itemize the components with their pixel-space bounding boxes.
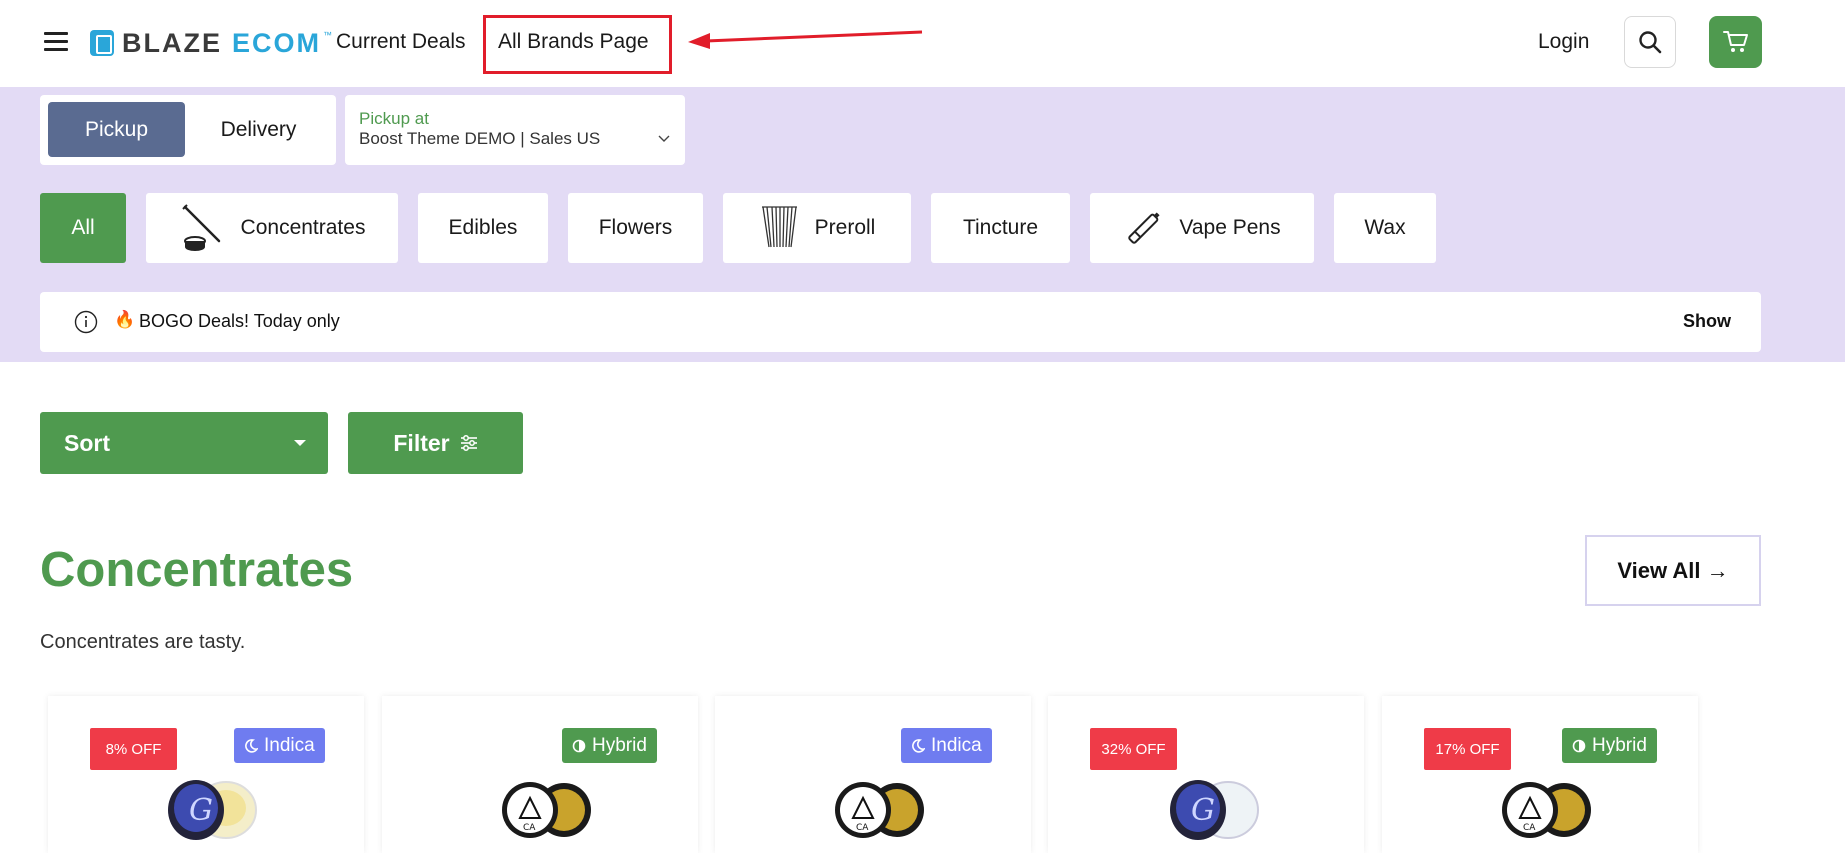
search-icon <box>1639 31 1662 54</box>
category-tincture[interactable]: Tincture <box>931 193 1070 263</box>
category-label: Wax <box>1364 216 1406 239</box>
view-all-button[interactable]: View All → <box>1585 535 1761 606</box>
category-edibles[interactable]: Edibles <box>418 193 548 263</box>
strain-badge: Hybrid <box>562 728 657 763</box>
category-preroll[interactable]: Preroll <box>723 193 911 263</box>
filter-label: Filter <box>393 429 450 456</box>
category-label: Vape Pens <box>1179 216 1281 239</box>
svg-text:CA: CA <box>1523 823 1536 833</box>
product-jar-image: CA <box>835 782 924 838</box>
cart-icon <box>1722 31 1748 52</box>
discount-badge: 17% OFF <box>1424 728 1511 770</box>
category-vape-pens[interactable]: Vape Pens <box>1090 193 1314 263</box>
category-all[interactable]: All <box>40 193 126 263</box>
category-concentrates[interactable]: Concentrates <box>146 193 398 263</box>
vape-pen-icon <box>1128 212 1160 244</box>
product-card[interactable]: 8% OFF Indica G <box>48 696 364 853</box>
logo-mark-icon <box>90 30 114 56</box>
logo-word-ecom: ECOM <box>232 27 321 58</box>
deals-text: BOGO Deals! Today only <box>139 311 340 331</box>
hamburger-icon[interactable] <box>44 32 68 52</box>
product-card[interactable]: Indica CA <box>715 696 1031 853</box>
discount-badge: 8% OFF <box>90 728 177 770</box>
deals-banner: 🔥 BOGO Deals! Today only Show <box>40 292 1761 352</box>
info-icon <box>74 310 98 334</box>
site-header: BLAZE ECOM ™ Current Deals All Brands Pa… <box>0 0 1845 87</box>
half-circle-icon <box>572 739 586 752</box>
svg-text:G: G <box>1191 793 1215 828</box>
product-jar-image: G <box>168 780 257 840</box>
svg-text:CA: CA <box>856 823 869 833</box>
concentrates-icon <box>181 204 220 251</box>
section-description: Concentrates are tasty. <box>40 631 246 653</box>
login-link[interactable]: Login <box>1538 30 1589 54</box>
product-jar-image: CA <box>1502 782 1591 838</box>
filter-button[interactable]: Filter <box>348 412 523 474</box>
product-card[interactable]: 32% OFF G <box>1048 696 1364 853</box>
category-label: Preroll <box>814 216 876 239</box>
strain-label: Indica <box>264 734 315 756</box>
strain-label: Hybrid <box>592 734 647 756</box>
logo-trademark: ™ <box>323 30 332 40</box>
category-flowers[interactable]: Flowers <box>568 193 703 263</box>
pickup-at-label: Pickup at <box>359 109 429 128</box>
deals-show-button[interactable]: Show <box>1683 311 1731 332</box>
cart-button[interactable] <box>1709 16 1762 68</box>
search-button[interactable] <box>1624 16 1676 68</box>
delivery-tab[interactable]: Delivery <box>190 102 327 157</box>
strain-label: Indica <box>931 734 982 756</box>
strain-label: Hybrid <box>1592 734 1647 756</box>
category-label: Concentrates <box>240 216 366 239</box>
section-title: Concentrates <box>40 543 354 597</box>
category-label: Flowers <box>598 216 673 239</box>
product-card[interactable]: Hybrid CA <box>382 696 698 853</box>
pickup-location-value: Boost Theme DEMO | Sales US <box>359 129 601 148</box>
svg-text:CA: CA <box>523 823 536 833</box>
product-jar-image: G <box>1170 780 1259 840</box>
sort-label: Sort <box>64 430 110 456</box>
sliders-icon <box>460 435 477 451</box>
caret-down-icon <box>294 440 306 446</box>
moon-icon <box>245 738 258 753</box>
half-circle-icon <box>1572 739 1586 752</box>
category-label: Tincture <box>962 216 1039 239</box>
annotation-arrow-icon <box>688 30 923 49</box>
fulfillment-toggle: Pickup Delivery <box>40 95 336 165</box>
pickup-location-select[interactable]: Pickup at Boost Theme DEMO | Sales US <box>345 95 685 165</box>
pickup-tab[interactable]: Pickup <box>48 102 185 157</box>
moon-icon <box>912 738 925 753</box>
preroll-icon <box>761 206 797 248</box>
strain-badge: Indica <box>901 728 992 763</box>
discount-badge: 32% OFF <box>1090 728 1177 770</box>
nav-all-brands[interactable]: All Brands Page <box>498 30 649 54</box>
strain-badge: Indica <box>234 728 325 763</box>
sort-dropdown[interactable]: Sort <box>40 412 328 474</box>
logo-word-blaze: BLAZE <box>122 27 222 58</box>
strain-badge: Hybrid <box>1562 728 1657 763</box>
product-jar-image: CA <box>502 782 591 838</box>
fire-icon: 🔥 <box>114 310 136 329</box>
chevron-down-icon <box>658 135 670 142</box>
category-label: Edibles <box>448 216 518 239</box>
nav-current-deals[interactable]: Current Deals <box>336 30 466 54</box>
svg-text:G: G <box>189 793 213 828</box>
category-wax[interactable]: Wax <box>1334 193 1436 263</box>
site-logo[interactable]: BLAZE ECOM ™ <box>90 28 332 58</box>
product-card[interactable]: 17% OFF Hybrid CA <box>1382 696 1698 853</box>
category-label: All <box>71 216 95 239</box>
